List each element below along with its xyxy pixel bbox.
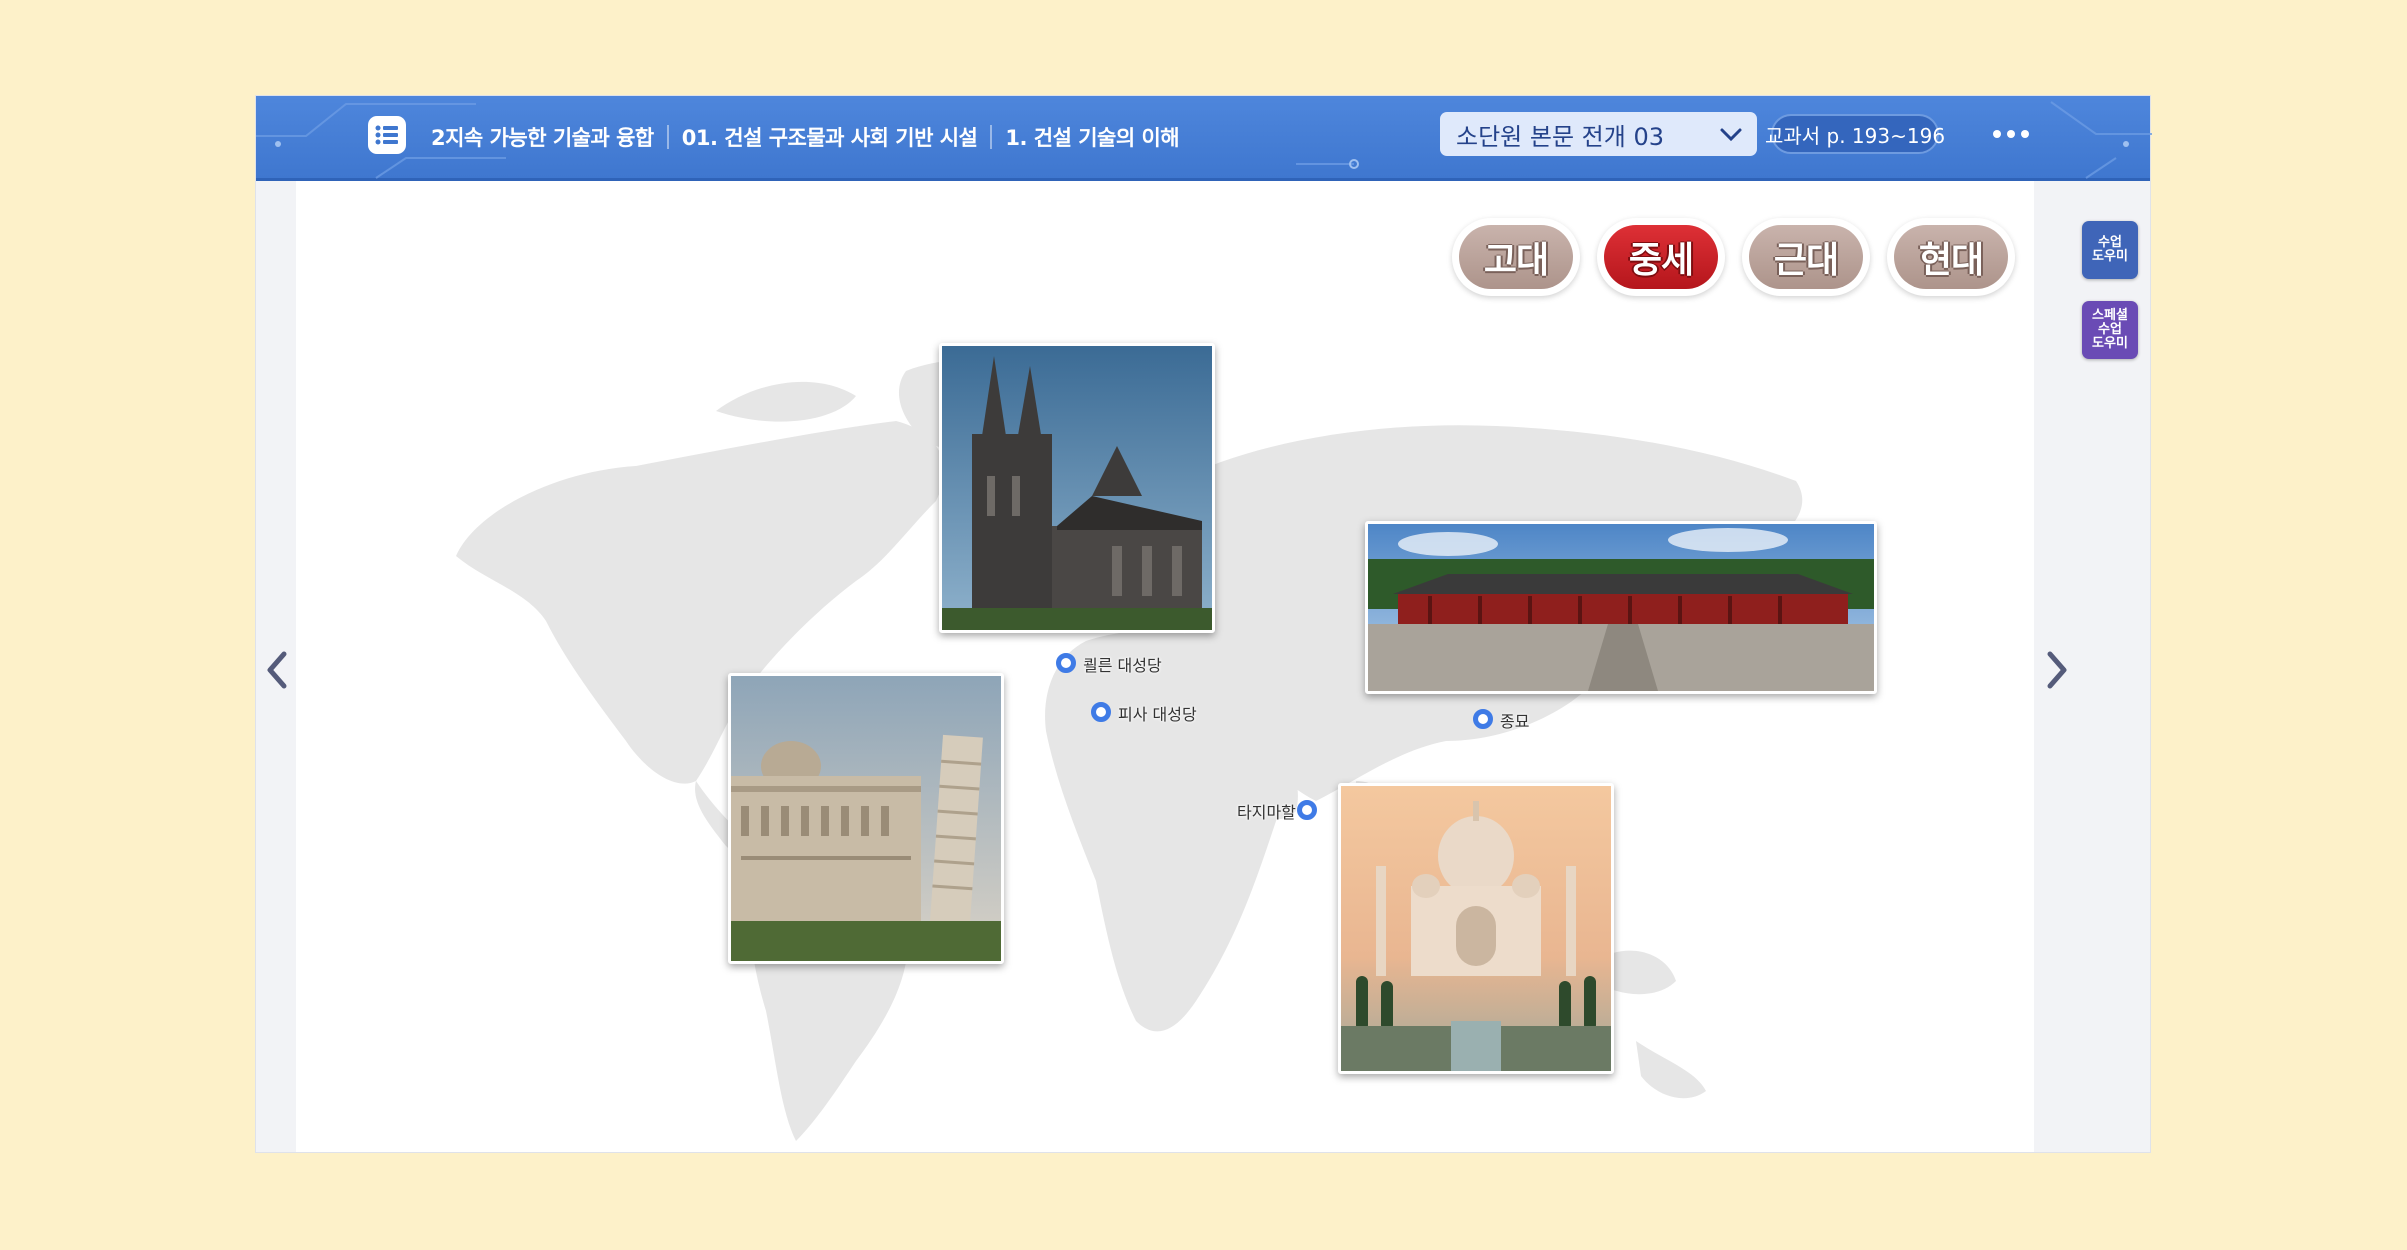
taj-mahal-photo[interactable]	[1338, 783, 1614, 1074]
textbook-page-button[interactable]: 교과서 p. 193~196	[1765, 114, 1945, 154]
special-class-helper-button[interactable]: 스페셜 수업 도우미	[2082, 301, 2138, 359]
next-page-arrow[interactable]	[2042, 648, 2072, 692]
taj-mahal-label[interactable]: 타지마할	[1237, 799, 1296, 823]
special-class-helper-label: 스페셜 수업 도우미	[2092, 308, 2128, 351]
pisa-cathedral-label[interactable]: 피사 대성당	[1118, 701, 1197, 725]
era-tab-modern[interactable]: 근대	[1742, 218, 1870, 296]
era-tab-label: 현대	[1894, 225, 2008, 289]
pisa-cathedral-photo[interactable]	[728, 673, 1004, 964]
era-tab-label: 중세	[1604, 225, 1718, 289]
era-tab-label: 근대	[1749, 225, 1863, 289]
chevron-down-icon	[1720, 128, 1742, 142]
breadcrumb: 2지속 가능한 기술과 융합 01. 건설 구조물과 사회 기반 시설 1. 건…	[431, 96, 1180, 178]
jongmyo-shrine-image	[1368, 524, 1874, 691]
prev-page-arrow[interactable]	[262, 648, 292, 692]
class-helper-button[interactable]: 수업 도우미	[2082, 221, 2138, 279]
era-tab-contemporary[interactable]: 현대	[1887, 218, 2015, 296]
era-tab-label: 고대	[1459, 225, 1573, 289]
app-frame: 2지속 가능한 기술과 융합 01. 건설 구조물과 사회 기반 시설 1. 건…	[255, 95, 2152, 1153]
list-icon	[375, 125, 398, 145]
cologne-cathedral-pin[interactable]	[1056, 653, 1076, 673]
jongmyo-shrine-photo[interactable]	[1365, 521, 1877, 694]
breadcrumb-chapter[interactable]: 2지속 가능한 기술과 융합	[431, 122, 654, 152]
more-dots-icon[interactable]	[1991, 124, 2031, 144]
content-area: 고대 중세 근대 현대 쾰른 대성당 피사 대성당 종묘 타지마할	[296, 181, 2034, 1152]
breadcrumb-divider	[666, 125, 669, 149]
era-tab-ancient[interactable]: 고대	[1452, 218, 1580, 296]
breadcrumb-section[interactable]: 01. 건설 구조물과 사회 기반 시설	[682, 122, 978, 152]
pisa-cathedral-pin[interactable]	[1091, 702, 1111, 722]
cologne-cathedral-label[interactable]: 쾰른 대성당	[1083, 652, 1162, 676]
breadcrumb-topic[interactable]: 1. 건설 기술의 이해	[1005, 122, 1179, 152]
jongmyo-shrine-label[interactable]: 종묘	[1500, 708, 1529, 732]
jongmyo-shrine-pin[interactable]	[1473, 709, 1493, 729]
cologne-cathedral-image	[942, 346, 1212, 630]
textbook-page-label: 교과서 p. 193~196	[1764, 123, 1946, 148]
lesson-select[interactable]: 소단원 본문 전개 03	[1440, 112, 1757, 156]
lesson-select-value: 소단원 본문 전개 03	[1456, 122, 1664, 151]
era-tab-medieval[interactable]: 중세	[1597, 218, 1725, 296]
pisa-cathedral-image	[731, 676, 1001, 961]
taj-mahal-pin[interactable]	[1297, 800, 1317, 820]
menu-button[interactable]	[368, 116, 406, 154]
cologne-cathedral-photo[interactable]	[939, 343, 1215, 633]
header-bar: 2지속 가능한 기술과 융합 01. 건설 구조물과 사회 기반 시설 1. 건…	[256, 96, 2152, 181]
breadcrumb-divider	[990, 125, 993, 149]
taj-mahal-image	[1341, 786, 1611, 1071]
class-helper-label: 수업 도우미	[2092, 235, 2128, 264]
